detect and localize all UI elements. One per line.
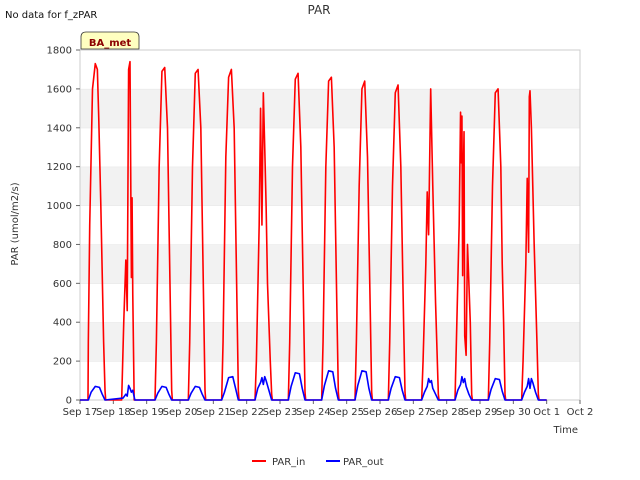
grid-band xyxy=(80,244,580,284)
x-tick-label: Sep 30 xyxy=(496,407,531,418)
legend-label-par-in: PAR_in xyxy=(272,457,305,468)
y-axis: 0 200 400 600 800 1000 1200 1400 1600 1800 xyxy=(47,46,80,407)
x-tick-label: Sep 25 xyxy=(329,407,364,418)
chart-title: PAR xyxy=(307,3,330,17)
x-tick-label: Sep 26 xyxy=(363,407,398,418)
par-chart: PAR No data for f_zPAR BA_met 0 200 400 600… xyxy=(5,3,594,468)
x-tick-label: Sep 20 xyxy=(163,407,198,418)
x-tick-label: Sep 23 xyxy=(263,407,298,418)
x-tick-label: Oct 2 xyxy=(567,407,594,418)
x-axis: Sep 17Sep 18Sep 19Sep 20Sep 21Sep 22Sep … xyxy=(63,400,594,418)
y-tick-label: 1600 xyxy=(47,84,72,95)
grid-band xyxy=(80,166,580,206)
y-tick-label: 1800 xyxy=(47,46,72,57)
grid-band xyxy=(80,50,580,89)
legend-label-par-out: PAR_out xyxy=(343,457,384,468)
x-tick-label: Sep 21 xyxy=(196,407,231,418)
site-badge: BA_met xyxy=(80,31,140,50)
grid-band xyxy=(80,88,580,128)
y-tick-label: 0 xyxy=(66,396,72,407)
y-axis-label: PAR (umol/m2/s) xyxy=(10,182,21,265)
grid-bands xyxy=(80,49,580,400)
x-tick-label: Sep 27 xyxy=(396,407,431,418)
x-tick-label: Sep 18 xyxy=(96,407,131,418)
legend: PAR_in PAR_out xyxy=(252,457,384,468)
x-tick-label: Sep 22 xyxy=(229,407,264,418)
no-data-note: No data for f_zPAR xyxy=(5,10,97,21)
x-axis-label: Time xyxy=(553,425,578,436)
grid-band xyxy=(80,283,580,323)
y-tick-label: 1000 xyxy=(47,201,72,212)
y-tick-label: 1200 xyxy=(47,162,72,173)
site-badge-label: BA_met xyxy=(89,38,132,49)
y-tick-label: 800 xyxy=(53,240,72,251)
x-tick-label: Sep 29 xyxy=(463,407,498,418)
grid-band xyxy=(80,205,580,245)
y-tick-label: 200 xyxy=(53,357,72,368)
y-tick-label: 1400 xyxy=(47,123,72,134)
x-tick-label: Sep 24 xyxy=(296,407,331,418)
y-tick-label: 600 xyxy=(53,279,72,290)
grid-band xyxy=(80,127,580,167)
y-tick-label: 400 xyxy=(53,318,72,329)
x-tick-label: Sep 28 xyxy=(429,407,464,418)
x-tick-label: Sep 17 xyxy=(63,407,98,418)
x-tick-label: Sep 19 xyxy=(129,407,164,418)
x-tick-label: Oct 1 xyxy=(533,407,560,418)
